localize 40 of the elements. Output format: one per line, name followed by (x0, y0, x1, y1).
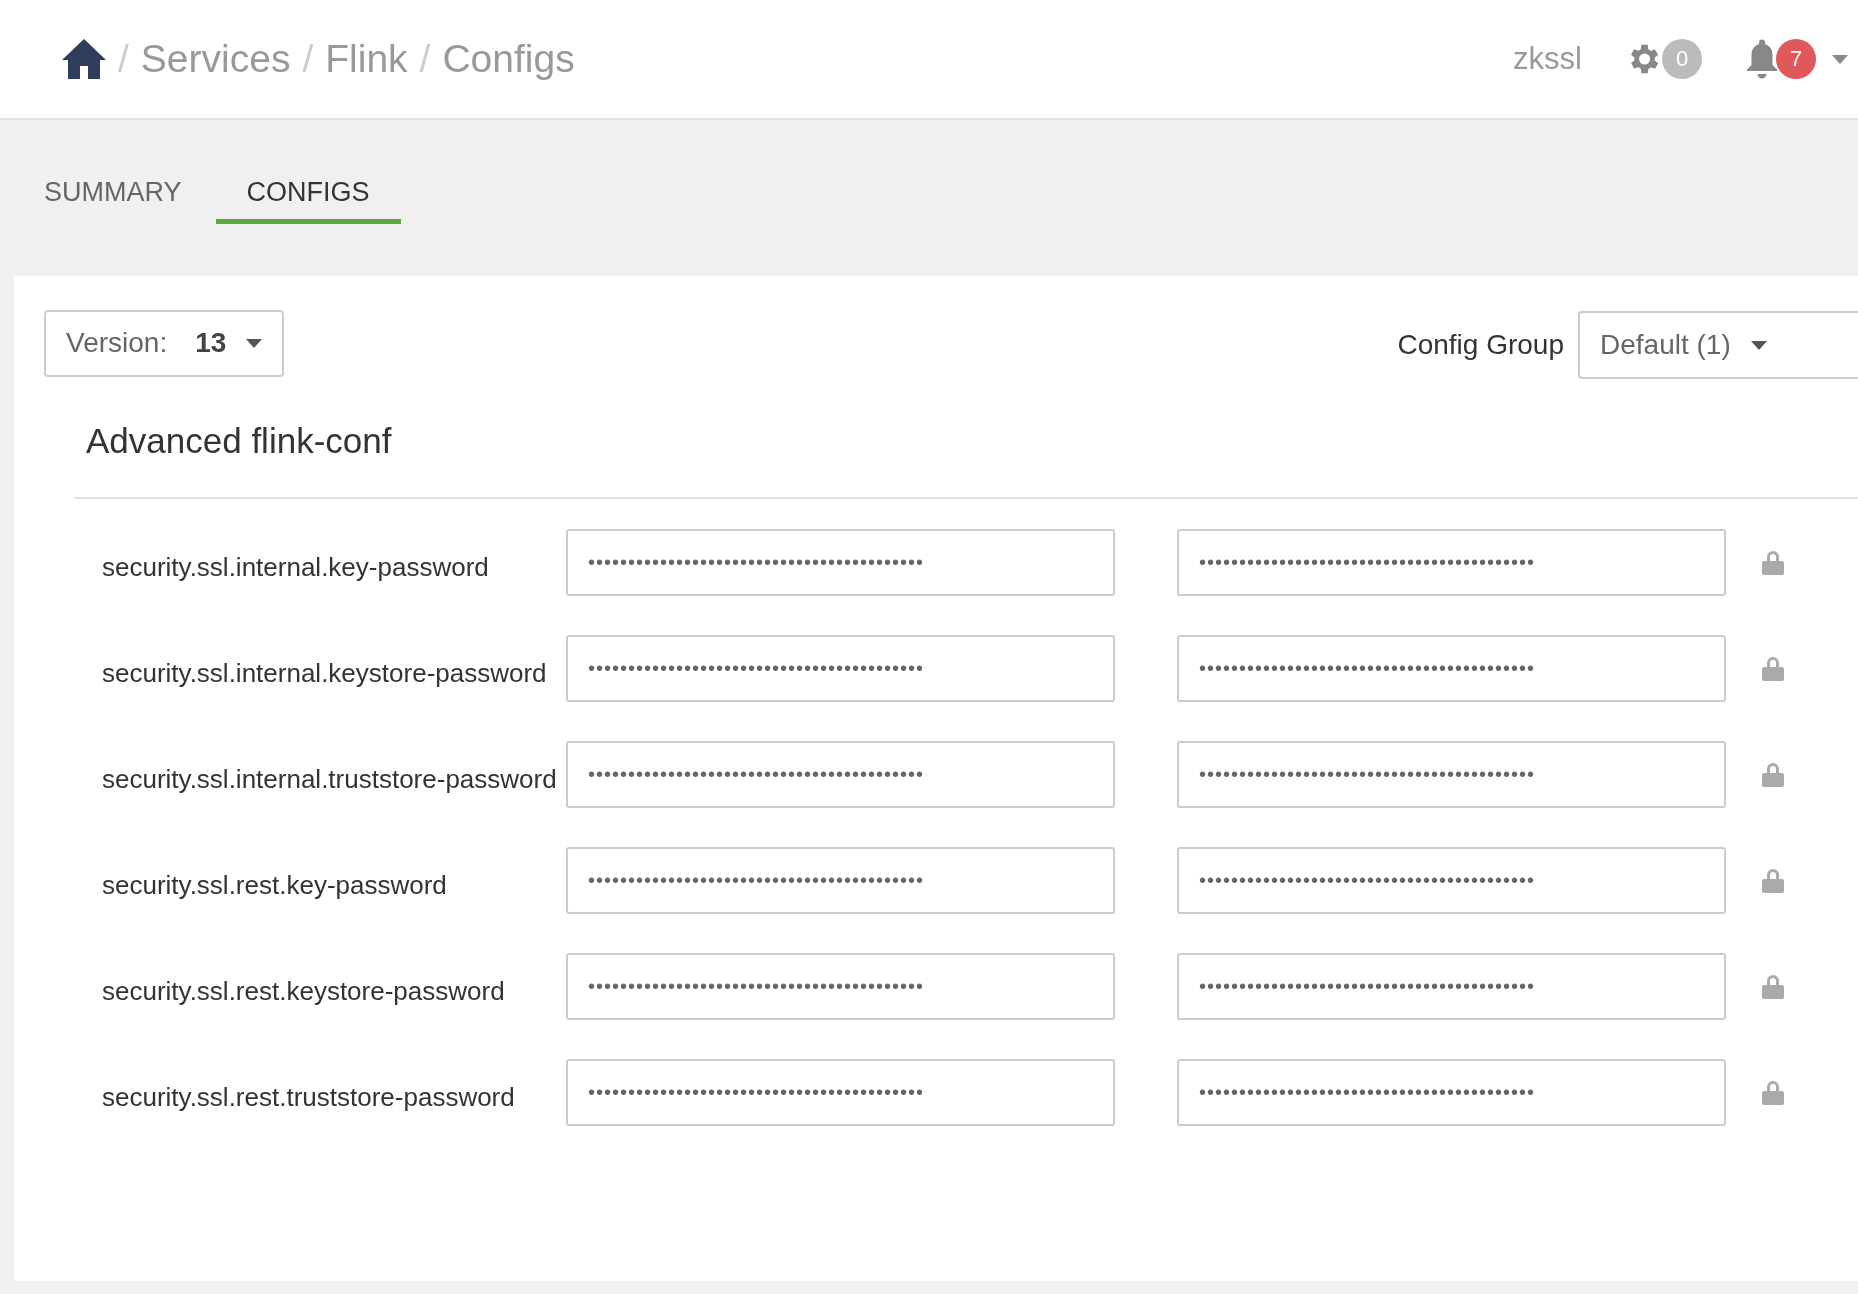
config-group-label: Config Group (1397, 329, 1564, 361)
password-field[interactable]: •••••••••••••••••••••••••••••••••••••••••• (1177, 1059, 1726, 1126)
lock-icon (1762, 974, 1784, 999)
lock-icon (1762, 762, 1784, 787)
version-dropdown[interactable]: Version: 13 (44, 309, 285, 377)
caret-icon[interactable] (1832, 54, 1848, 64)
property-name: security.ssl.rest.key-password (102, 868, 448, 902)
home-icon[interactable] (62, 39, 106, 79)
password-field[interactable]: •••••••••••••••••••••••••••••••••••••••••• (1177, 953, 1726, 1020)
breadcrumb-separator: / (118, 37, 129, 81)
property-name: security.ssl.internal.truststore-password (102, 762, 558, 796)
property-name: security.ssl.internal.keystore-password (102, 656, 548, 690)
tab[interactable]: CONFIGS (215, 176, 401, 224)
password-field[interactable]: •••••••••••••••••••••••••••••••••••••••••• (1177, 847, 1726, 914)
password-field[interactable]: •••••••••••••••••••••••••••••••••••••••••• (566, 847, 1115, 914)
settings-count-badge: 0 (1662, 39, 1702, 79)
lock-icon (1762, 550, 1784, 575)
password-field[interactable]: •••••••••••••••••••••••••••••••••••••••••• (566, 953, 1115, 1020)
breadcrumb-separator: / (419, 37, 431, 81)
breadcrumb-separator: / (302, 37, 314, 81)
password-field[interactable]: •••••••••••••••••••••••••••••••••••••••••• (1177, 529, 1726, 596)
password-field[interactable]: •••••••••••••••••••••••••••••••••••••••••• (1177, 741, 1726, 808)
property-name: security.ssl.rest.truststore-password (102, 1080, 516, 1114)
password-field[interactable]: •••••••••••••••••••••••••••••••••••••••••• (566, 635, 1115, 702)
property-name: security.ssl.rest.keystore-password (102, 974, 506, 1008)
property-name: security.ssl.internal.key-password (102, 550, 490, 584)
config-group-dropdown[interactable]: Default (1) (1578, 311, 1858, 379)
lock-icon (1762, 1080, 1784, 1105)
password-field[interactable]: •••••••••••••••••••••••••••••••••••••••••• (1177, 635, 1726, 702)
lock-icon (1762, 656, 1784, 681)
caret-icon (246, 338, 263, 348)
password-field[interactable]: •••••••••••••••••••••••••••••••••••••••••• (566, 741, 1115, 808)
alerts-count-badge: 7 (1776, 39, 1816, 79)
caret-icon (1750, 340, 1767, 350)
password-field[interactable]: •••••••••••••••••••••••••••••••••••••••••• (566, 529, 1115, 596)
tab[interactable]: SUMMARY (44, 176, 182, 224)
lock-icon (1762, 868, 1784, 893)
password-field[interactable]: •••••••••••••••••••••••••••••••••••••••••• (566, 1059, 1115, 1126)
bell-icon[interactable] (1744, 39, 1780, 79)
section-title: Advanced flink-conf (85, 420, 393, 462)
